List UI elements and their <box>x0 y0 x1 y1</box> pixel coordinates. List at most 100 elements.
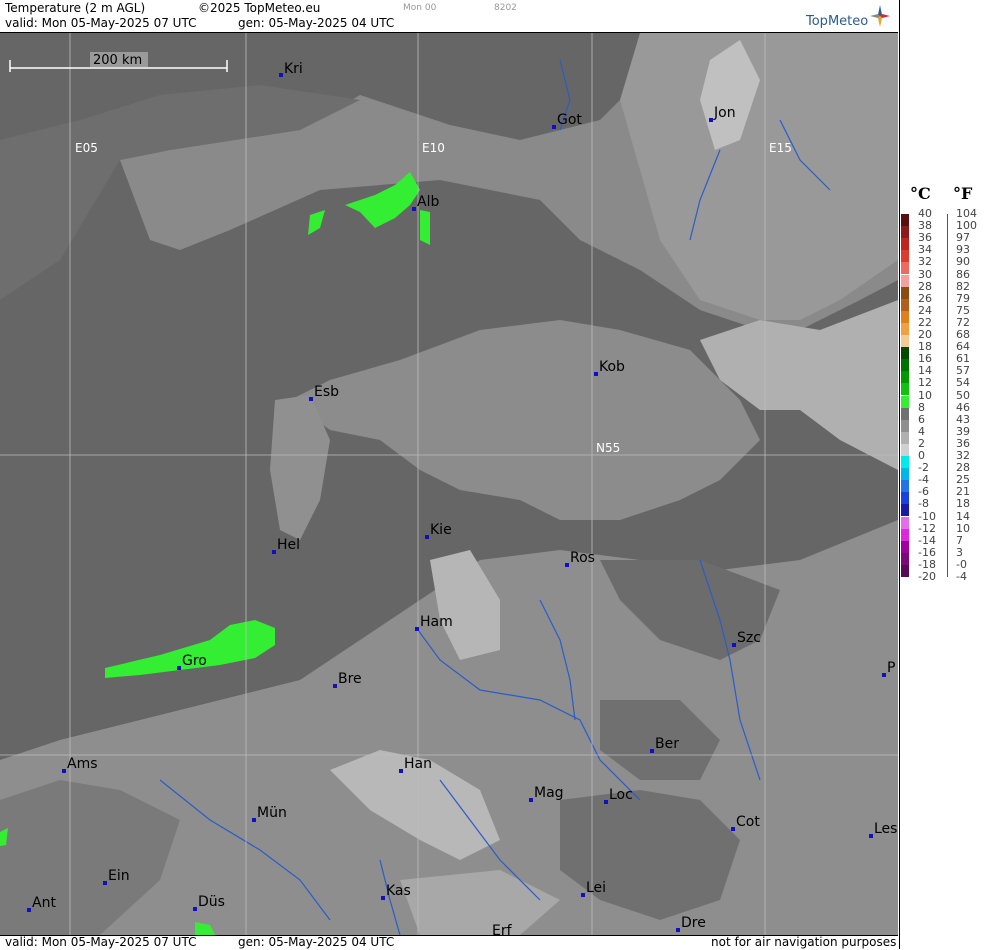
legend-swatch <box>901 528 909 541</box>
legend-swatch <box>901 335 909 348</box>
legend-fahrenheit-tick: 39 <box>956 424 970 438</box>
grid-label-e15: E15 <box>769 141 792 155</box>
legend-swatch <box>901 298 909 311</box>
legend-fahrenheit-tick: 57 <box>956 364 970 378</box>
svg-text:P: P <box>887 660 895 676</box>
grid-label-e10: E10 <box>422 141 445 155</box>
svg-text:Esb: Esb <box>314 384 339 400</box>
svg-text:Ber: Ber <box>655 736 679 752</box>
city-esb: Esb <box>309 384 339 401</box>
svg-text:Ein: Ein <box>108 868 130 884</box>
valid-time: valid: Mon 05-May-2025 07 UTC <box>5 16 197 30</box>
city-dre: Dre <box>676 915 706 932</box>
topmeteo-logo: TopMeteo <box>806 14 869 29</box>
legend-celsius-tick: 14 <box>918 364 932 378</box>
city-loc: Loc <box>604 787 633 804</box>
legend-swatch <box>901 322 909 335</box>
legend-fahrenheit-tick: 36 <box>956 436 970 450</box>
legend-fahrenheit-tick: 93 <box>956 243 970 257</box>
legend-swatch <box>901 419 909 432</box>
compass-star-icon <box>870 5 890 27</box>
legend-swatch <box>901 274 909 287</box>
legend-celsius-tick: 4 <box>918 424 925 438</box>
legend-celsius-tick: -14 <box>918 533 936 547</box>
unit-celsius: °C <box>910 184 931 203</box>
map-title: Temperature (2 m AGL) <box>5 1 146 15</box>
legend-celsius-tick: 32 <box>918 255 932 269</box>
legend-fahrenheit-tick: 68 <box>956 328 970 341</box>
legend-fahrenheit-tick: 25 <box>956 473 970 487</box>
legend-fahrenheit-tick: -0 <box>956 557 967 571</box>
legend-celsius-tick: 20 <box>918 328 932 341</box>
legend-celsius-tick: -12 <box>918 521 936 535</box>
legend-fahrenheit-tick: 3 <box>956 545 963 559</box>
legend-swatch <box>901 407 909 420</box>
svg-text:Bre: Bre <box>338 671 362 687</box>
run-code: Mon 00 <box>403 3 437 13</box>
legend-swatch <box>901 504 909 517</box>
legend-celsius-tick: -16 <box>918 545 936 559</box>
legend-celsius-tick: 16 <box>918 352 932 366</box>
svg-text:Lei: Lei <box>586 880 606 896</box>
legend-celsius-tick: 10 <box>918 388 932 402</box>
svg-text:Szc: Szc <box>737 630 761 646</box>
color-legend: °C °F 40 38 36 34 32 30 28 26 24 22 20 18 16 14 12 10 8 6… <box>899 0 989 949</box>
product-code: 8202 <box>494 3 517 13</box>
legend-celsius-tick: -8 <box>918 497 929 511</box>
svg-text:Düs: Düs <box>198 894 225 910</box>
legend-celsius-tick: 34 <box>918 243 932 257</box>
legend-swatch <box>901 371 909 384</box>
legend-fahrenheit-tick: 50 <box>956 388 970 402</box>
city-cot: Cot <box>731 814 760 831</box>
legend-fahrenheit-tick: 72 <box>956 315 970 329</box>
legend-swatch <box>901 443 909 456</box>
legend-fahrenheit-tick: 54 <box>956 376 970 390</box>
svg-text:Han: Han <box>404 756 432 772</box>
legend-fahrenheit-tick: 90 <box>956 255 970 269</box>
legend-swatch <box>901 492 909 505</box>
legend-swatch <box>901 359 909 372</box>
svg-text:Mag: Mag <box>534 785 564 801</box>
legend-celsius-tick: 8 <box>918 400 925 414</box>
city-kob: Kob <box>594 359 625 376</box>
legend-swatch <box>901 347 909 360</box>
legend-swatch <box>901 516 909 529</box>
temperature-map[interactable]: E05 E10 E15 N55 200 km Kri Got Jon Alb E… <box>0 33 898 935</box>
legend-celsius-tick: -4 <box>918 473 929 487</box>
city-han: Han <box>399 756 432 773</box>
legend-fahrenheit-tick: 46 <box>956 400 970 414</box>
legend-fahrenheit-tick: 104 <box>956 207 977 220</box>
svg-text:Dre: Dre <box>681 915 706 931</box>
svg-text:Loc: Loc <box>609 787 633 803</box>
city-ham: Ham <box>415 614 453 631</box>
legend-fahrenheit-tick: 10 <box>956 521 970 535</box>
legend-fahrenheit-tick: 21 <box>956 485 970 499</box>
legend-swatch <box>901 468 909 481</box>
legend-swatch <box>901 395 909 408</box>
legend-f-axis <box>947 214 948 577</box>
svg-text:Gro: Gro <box>182 653 207 669</box>
kattegat-warm-area <box>420 210 430 245</box>
legend-fahrenheit-tick: 100 <box>956 219 977 233</box>
city-hel: Hel <box>272 537 300 554</box>
grid-label-n55: N55 <box>596 441 620 455</box>
legend-fahrenheit-tick: 14 <box>956 509 970 523</box>
legend-celsius-tick: 2 <box>918 436 925 450</box>
legend-swatch <box>901 480 909 493</box>
legend-fahrenheit-tick: 18 <box>956 497 970 511</box>
city-gro: Gro <box>177 653 207 670</box>
legend-fahrenheit-tick: 61 <box>956 352 970 366</box>
legend-swatch <box>901 238 909 251</box>
legend-swatch <box>901 552 909 565</box>
legend-fahrenheit-tick: 75 <box>956 303 970 317</box>
disclaimer: not for air navigation purposes <box>711 935 897 949</box>
legend-swatch <box>901 564 909 577</box>
footer-generated-time: gen: 05-May-2025 04 UTC <box>238 935 395 949</box>
legend-celsius-tick: 18 <box>918 340 932 354</box>
svg-text:Cot: Cot <box>736 814 760 830</box>
city-kas: Kas <box>381 883 411 900</box>
legend-celsius-tick: 36 <box>918 231 932 245</box>
legend-swatch <box>901 250 909 263</box>
legend-swatch <box>901 431 909 444</box>
legend-fahrenheit-tick: 82 <box>956 279 970 293</box>
